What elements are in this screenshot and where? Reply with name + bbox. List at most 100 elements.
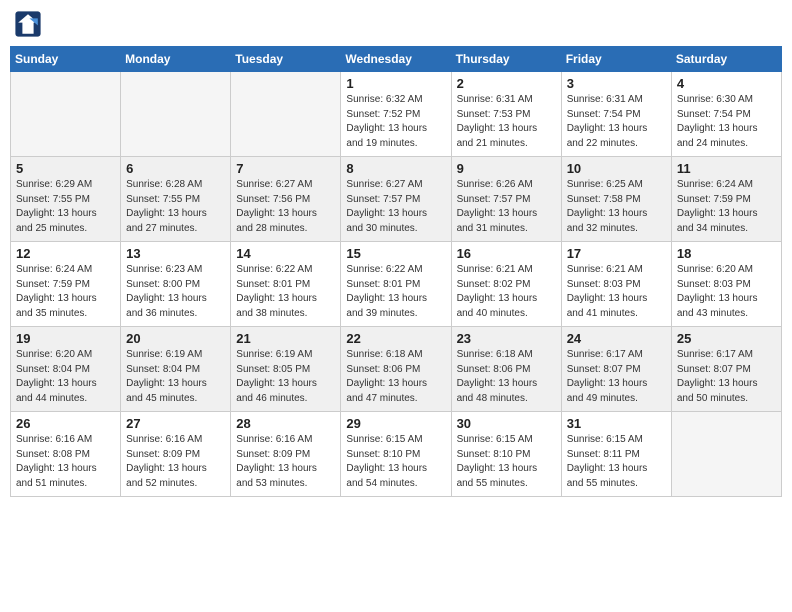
- day-number: 4: [677, 76, 776, 91]
- day-number: 18: [677, 246, 776, 261]
- day-cell: 7 Sunrise: 6:27 AM Sunset: 7:56 PM Daylig…: [231, 157, 341, 242]
- day-number: 22: [346, 331, 445, 346]
- page-header: [10, 10, 782, 38]
- day-info: Sunrise: 6:19 AM Sunset: 8:05 PM Dayligh…: [236, 348, 335, 406]
- day-number: 16: [457, 246, 556, 261]
- day-number: 29: [346, 416, 445, 431]
- day-info: Sunrise: 6:15 AM Sunset: 8:10 PM Dayligh…: [346, 433, 445, 491]
- logo: [14, 10, 44, 38]
- day-cell: 24 Sunrise: 6:17 AM Sunset: 8:07 PM Dayli…: [561, 327, 671, 412]
- day-info: Sunrise: 6:15 AM Sunset: 8:11 PM Dayligh…: [567, 433, 666, 491]
- day-number: 2: [457, 76, 556, 91]
- day-info: Sunrise: 6:30 AM Sunset: 7:54 PM Dayligh…: [677, 93, 776, 151]
- day-number: 30: [457, 416, 556, 431]
- day-cell: 6 Sunrise: 6:28 AM Sunset: 7:55 PM Daylig…: [121, 157, 231, 242]
- week-row: 12 Sunrise: 6:24 AM Sunset: 7:59 PM Dayli…: [11, 242, 782, 327]
- day-cell: 15 Sunrise: 6:22 AM Sunset: 8:01 PM Dayli…: [341, 242, 451, 327]
- day-info: Sunrise: 6:21 AM Sunset: 8:02 PM Dayligh…: [457, 263, 556, 321]
- day-info: Sunrise: 6:18 AM Sunset: 8:06 PM Dayligh…: [457, 348, 556, 406]
- day-cell: 1 Sunrise: 6:32 AM Sunset: 7:52 PM Daylig…: [341, 72, 451, 157]
- day-cell: [231, 72, 341, 157]
- day-number: 24: [567, 331, 666, 346]
- day-cell: 26Sunrise: 6:16 AM Sunset: 8:08 PM Dayli…: [11, 412, 121, 497]
- day-cell: 9Sunrise: 6:26 AM Sunset: 7:57 PM Daylig…: [451, 157, 561, 242]
- col-header-sunday: Sunday: [11, 47, 121, 72]
- day-cell: 27Sunrise: 6:16 AM Sunset: 8:09 PM Dayli…: [121, 412, 231, 497]
- day-info: Sunrise: 6:23 AM Sunset: 8:00 PM Dayligh…: [126, 263, 225, 321]
- day-cell: [671, 412, 781, 497]
- header-row: SundayMondayTuesdayWednesdayThursdayFrid…: [11, 47, 782, 72]
- week-row: 19Sunrise: 6:20 AM Sunset: 8:04 PM Dayli…: [11, 327, 782, 412]
- day-info: Sunrise: 6:19 AM Sunset: 8:04 PM Dayligh…: [126, 348, 225, 406]
- day-number: 19: [16, 331, 115, 346]
- col-header-thursday: Thursday: [451, 47, 561, 72]
- day-number: 21: [236, 331, 335, 346]
- day-number: 20: [126, 331, 225, 346]
- day-cell: 11 Sunrise: 6:24 AM Sunset: 7:59 PM Dayli…: [671, 157, 781, 242]
- day-cell: 17Sunrise: 6:21 AM Sunset: 8:03 PM Dayli…: [561, 242, 671, 327]
- day-number: 14: [236, 246, 335, 261]
- day-cell: 20 Sunrise: 6:19 AM Sunset: 8:04 PM Dayli…: [121, 327, 231, 412]
- day-info: Sunrise: 6:16 AM Sunset: 8:09 PM Dayligh…: [236, 433, 335, 491]
- day-number: 6: [126, 161, 225, 176]
- day-cell: 18Sunrise: 6:20 AM Sunset: 8:03 PM Dayli…: [671, 242, 781, 327]
- day-number: 11: [677, 161, 776, 176]
- day-info: Sunrise: 6:17 AM Sunset: 8:07 PM Dayligh…: [567, 348, 666, 406]
- day-info: Sunrise: 6:22 AM Sunset: 8:01 PM Dayligh…: [346, 263, 445, 321]
- col-header-tuesday: Tuesday: [231, 47, 341, 72]
- day-cell: 2 Sunrise: 6:31 AM Sunset: 7:53 PM Daylig…: [451, 72, 561, 157]
- day-info: Sunrise: 6:31 AM Sunset: 7:53 PM Dayligh…: [457, 93, 556, 151]
- day-number: 31: [567, 416, 666, 431]
- day-info: Sunrise: 6:28 AM Sunset: 7:55 PM Dayligh…: [126, 178, 225, 236]
- day-info: Sunrise: 6:24 AM Sunset: 7:59 PM Dayligh…: [677, 178, 776, 236]
- day-info: Sunrise: 6:29 AM Sunset: 7:55 PM Dayligh…: [16, 178, 115, 236]
- week-row: 5 Sunrise: 6:29 AM Sunset: 7:55 PM Daylig…: [11, 157, 782, 242]
- week-row: 26Sunrise: 6:16 AM Sunset: 8:08 PM Dayli…: [11, 412, 782, 497]
- col-header-wednesday: Wednesday: [341, 47, 451, 72]
- day-number: 12: [16, 246, 115, 261]
- day-info: Sunrise: 6:18 AM Sunset: 8:06 PM Dayligh…: [346, 348, 445, 406]
- calendar-table: SundayMondayTuesdayWednesdayThursdayFrid…: [10, 46, 782, 497]
- day-cell: [121, 72, 231, 157]
- week-row: 1 Sunrise: 6:32 AM Sunset: 7:52 PM Daylig…: [11, 72, 782, 157]
- day-number: 3: [567, 76, 666, 91]
- day-cell: 5 Sunrise: 6:29 AM Sunset: 7:55 PM Daylig…: [11, 157, 121, 242]
- day-cell: 23 Sunrise: 6:18 AM Sunset: 8:06 PM Dayli…: [451, 327, 561, 412]
- day-number: 7: [236, 161, 335, 176]
- day-info: Sunrise: 6:17 AM Sunset: 8:07 PM Dayligh…: [677, 348, 776, 406]
- day-cell: 13 Sunrise: 6:23 AM Sunset: 8:00 PM Dayli…: [121, 242, 231, 327]
- day-cell: [11, 72, 121, 157]
- day-cell: 16 Sunrise: 6:21 AM Sunset: 8:02 PM Dayli…: [451, 242, 561, 327]
- day-number: 13: [126, 246, 225, 261]
- col-header-friday: Friday: [561, 47, 671, 72]
- day-number: 8: [346, 161, 445, 176]
- day-cell: 4 Sunrise: 6:30 AM Sunset: 7:54 PM Daylig…: [671, 72, 781, 157]
- day-info: Sunrise: 6:27 AM Sunset: 7:56 PM Dayligh…: [236, 178, 335, 236]
- day-number: 27: [126, 416, 225, 431]
- day-cell: 31 Sunrise: 6:15 AM Sunset: 8:11 PM Dayli…: [561, 412, 671, 497]
- day-number: 5: [16, 161, 115, 176]
- day-info: Sunrise: 6:31 AM Sunset: 7:54 PM Dayligh…: [567, 93, 666, 151]
- col-header-saturday: Saturday: [671, 47, 781, 72]
- day-cell: 3 Sunrise: 6:31 AM Sunset: 7:54 PM Daylig…: [561, 72, 671, 157]
- day-cell: 12 Sunrise: 6:24 AM Sunset: 7:59 PM Dayli…: [11, 242, 121, 327]
- day-number: 15: [346, 246, 445, 261]
- day-info: Sunrise: 6:15 AM Sunset: 8:10 PM Dayligh…: [457, 433, 556, 491]
- day-number: 1: [346, 76, 445, 91]
- day-cell: 10Sunrise: 6:25 AM Sunset: 7:58 PM Dayli…: [561, 157, 671, 242]
- day-info: Sunrise: 6:25 AM Sunset: 7:58 PM Dayligh…: [567, 178, 666, 236]
- day-info: Sunrise: 6:24 AM Sunset: 7:59 PM Dayligh…: [16, 263, 115, 321]
- day-number: 28: [236, 416, 335, 431]
- logo-icon: [14, 10, 42, 38]
- day-info: Sunrise: 6:32 AM Sunset: 7:52 PM Dayligh…: [346, 93, 445, 151]
- day-number: 25: [677, 331, 776, 346]
- day-cell: 22 Sunrise: 6:18 AM Sunset: 8:06 PM Dayli…: [341, 327, 451, 412]
- day-info: Sunrise: 6:27 AM Sunset: 7:57 PM Dayligh…: [346, 178, 445, 236]
- day-info: Sunrise: 6:21 AM Sunset: 8:03 PM Dayligh…: [567, 263, 666, 321]
- day-cell: 29 Sunrise: 6:15 AM Sunset: 8:10 PM Dayli…: [341, 412, 451, 497]
- day-cell: 19Sunrise: 6:20 AM Sunset: 8:04 PM Dayli…: [11, 327, 121, 412]
- day-number: 23: [457, 331, 556, 346]
- day-cell: 21 Sunrise: 6:19 AM Sunset: 8:05 PM Dayli…: [231, 327, 341, 412]
- col-header-monday: Monday: [121, 47, 231, 72]
- day-cell: 14Sunrise: 6:22 AM Sunset: 8:01 PM Dayli…: [231, 242, 341, 327]
